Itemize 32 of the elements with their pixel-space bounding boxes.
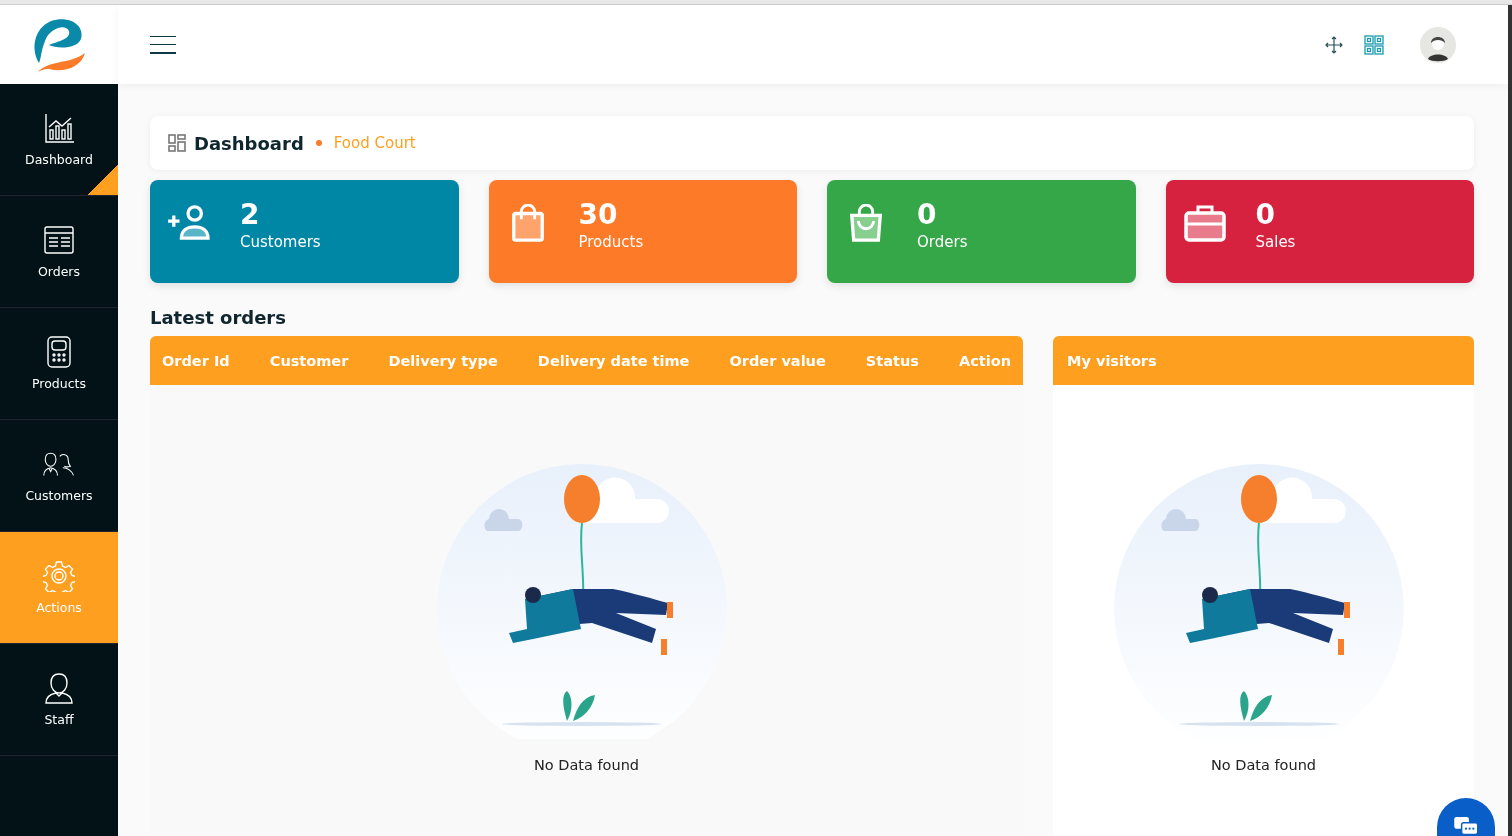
stat-label: Orders [917, 233, 968, 251]
avatar-icon[interactable] [1420, 26, 1456, 63]
column-header: Customer [269, 352, 349, 369]
stat-value: 2 [240, 198, 261, 231]
menu-icon[interactable] [150, 35, 176, 54]
stat-label: Customers [240, 233, 321, 251]
empty-message: No Data found [533, 757, 640, 773]
stat-label: Products [578, 233, 644, 251]
dashboard-grid-icon [168, 134, 186, 152]
column-header: Status [865, 352, 919, 369]
column-header: Delivery type [388, 352, 498, 369]
column-header: Action [959, 352, 1011, 369]
person-icon [43, 672, 75, 704]
stat-value: 30 [578, 198, 619, 231]
briefcase-icon [1181, 204, 1228, 242]
gear-icon [43, 560, 75, 592]
grid-icon[interactable] [1364, 34, 1384, 55]
column-header: Order Id [162, 352, 230, 369]
chart-icon [43, 112, 75, 144]
move-arrows-icon[interactable] [1324, 34, 1344, 55]
stat-value: 0 [917, 198, 938, 231]
add-user-icon [166, 204, 212, 242]
page-title: Dashboard [194, 132, 304, 154]
stat-label: Sales [1255, 233, 1296, 251]
column-header: Order value [729, 352, 826, 369]
panel-title: My visitors [1067, 352, 1157, 369]
section-title: Latest orders [150, 307, 287, 328]
list-icon [43, 224, 75, 256]
column-header: Delivery date time [537, 352, 690, 369]
separator-dot-icon [315, 140, 322, 146]
empty-message: No Data found [1210, 757, 1317, 773]
stat-value: 0 [1255, 198, 1276, 231]
